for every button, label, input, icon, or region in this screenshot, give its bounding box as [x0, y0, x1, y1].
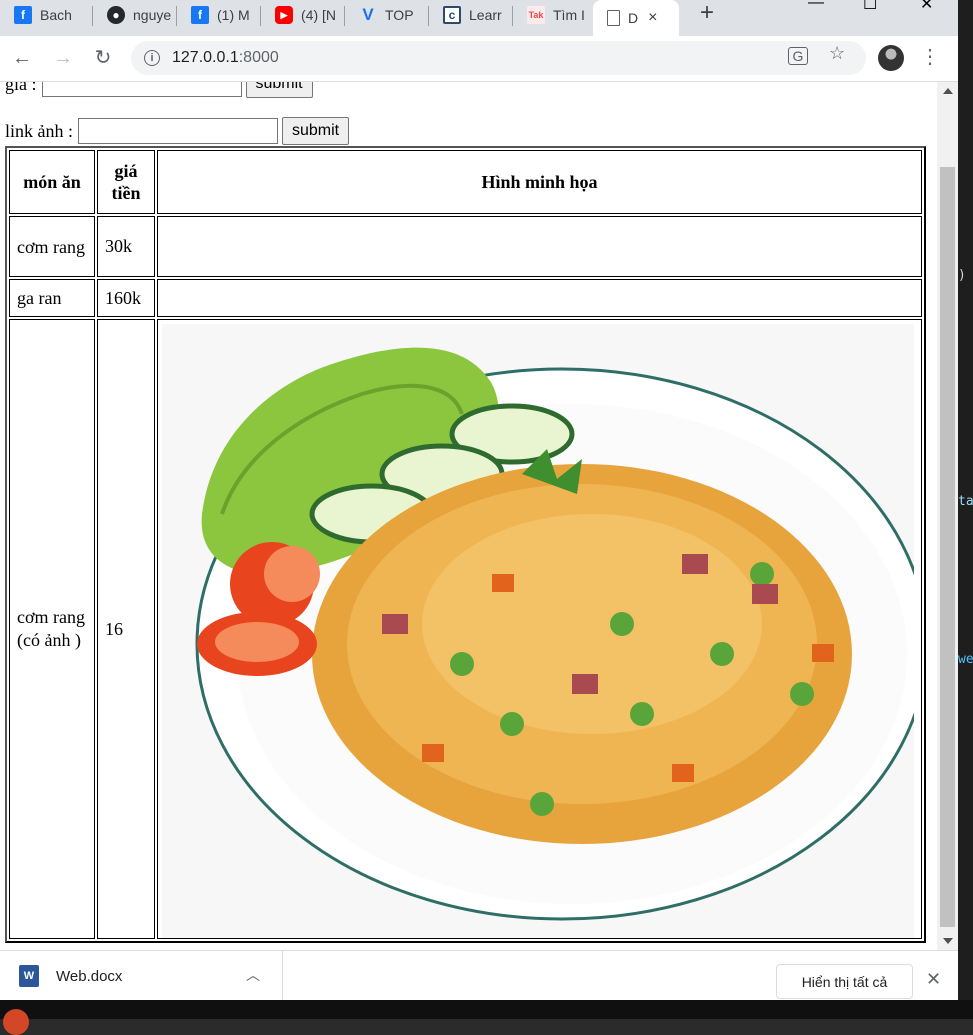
forward-icon[interactable]: → [50, 46, 76, 72]
youtube-icon: ▶ [275, 6, 293, 24]
new-tab-button[interactable]: + [694, 0, 720, 28]
v-logo-icon: V [362, 5, 374, 24]
header-image: Hình minh họa [157, 150, 922, 214]
minimize-icon[interactable]: — [808, 0, 824, 14]
price-input[interactable] [41, 82, 242, 97]
page-viewport: giá : submit link ảnh : submit món ăn gi… [0, 82, 937, 950]
maximize-icon[interactable]: ☐ [863, 0, 877, 14]
window-close-icon[interactable]: ✕ [920, 0, 933, 14]
image-submit-button[interactable]: submit [282, 117, 350, 145]
editor-glyph: ) [958, 268, 966, 283]
download-item[interactable]: W Web.docx ︿ [0, 951, 283, 1001]
url-text: 127.0.0.1:8000 [172, 49, 279, 67]
tab-title: Bach [40, 7, 72, 23]
browser-tab-active[interactable]: D × [593, 0, 679, 36]
info-icon[interactable]: i [144, 50, 160, 66]
editor-glyph: ta [958, 494, 973, 509]
tab-title: TOP [385, 7, 414, 23]
download-file-name: Web.docx [56, 967, 123, 985]
tak-logo-icon: Tak [527, 6, 545, 24]
menu-kebab-icon[interactable]: ⋮ [920, 44, 940, 69]
browser-tab[interactable]: ● nguye [93, 0, 176, 30]
tab-title: nguye [133, 7, 172, 23]
price-submit-button[interactable]: submit [245, 82, 313, 98]
browser-toolbar: ← → ↻ i 127.0.0.1:8000 G ☆ ⋮ [0, 36, 958, 82]
url-host: 127.0.0.1 [172, 49, 239, 66]
background-editor-strip: ) ta we [958, 0, 973, 1000]
fried-rice-image [162, 324, 914, 938]
price-cell: 16 [97, 319, 155, 939]
header-dish: món ăn [9, 150, 95, 214]
start-icon[interactable] [3, 1009, 29, 1035]
table-row: cơm rang 30k [9, 216, 922, 277]
price-label: giá : [5, 82, 37, 94]
avatar[interactable] [878, 45, 904, 71]
address-bar[interactable]: i 127.0.0.1:8000 [131, 41, 866, 75]
price-cell: 160k [97, 279, 155, 317]
image-cell [157, 319, 922, 939]
c-logo-icon: c [443, 6, 461, 24]
table-row: ga ran 160k [9, 279, 922, 317]
close-tab-icon[interactable]: × [648, 9, 657, 27]
menu-table: món ăn giá tiền Hình minh họa cơm rang 3… [5, 146, 926, 943]
github-icon: ● [107, 6, 125, 24]
chevron-up-icon[interactable]: ︿ [246, 965, 260, 985]
close-shelf-icon[interactable]: ✕ [926, 969, 941, 990]
table-header-row: món ăn giá tiền Hình minh họa [9, 150, 922, 214]
browser-tab[interactable]: V TOP [345, 0, 428, 30]
dish-cell: ga ran [9, 279, 95, 317]
editor-glyph: we [958, 652, 973, 667]
word-doc-icon: W [19, 965, 39, 987]
download-shelf: W Web.docx ︿ Hiển thị tất cả ✕ [0, 950, 958, 1001]
scroll-down-icon[interactable] [943, 938, 953, 944]
tab-title: (1) M [217, 7, 250, 23]
price-cell: 30k [97, 216, 155, 277]
show-all-downloads-button[interactable]: Hiển thị tất cả [776, 964, 913, 999]
price-form: giá : submit [5, 82, 313, 98]
tab-strip: f Bach ● nguye f (1) M ▶ (4) [N V TOP c … [0, 0, 958, 36]
tab-title: Tìm I [553, 7, 585, 23]
tab-title: (4) [N [301, 7, 336, 23]
translate-icon[interactable]: G [788, 47, 808, 65]
image-form: link ảnh : submit [5, 117, 350, 145]
image-link-label: link ảnh : [5, 120, 73, 141]
back-icon[interactable]: ← [9, 46, 35, 72]
reload-icon[interactable]: ↻ [90, 46, 116, 72]
scrollbar-thumb[interactable] [940, 167, 955, 927]
image-cell [157, 279, 922, 317]
os-taskbar [0, 1000, 973, 1035]
image-link-input[interactable] [78, 118, 278, 144]
browser-tab[interactable]: c Learr [429, 0, 512, 30]
browser-tab[interactable]: Tak Tìm I [513, 0, 593, 30]
image-cell [157, 216, 922, 277]
facebook-icon: f [14, 6, 32, 24]
header-price: giá tiền [97, 150, 155, 214]
dish-cell: cơm rang [9, 216, 95, 277]
url-port: :8000 [238, 49, 279, 66]
tab-title: Learr [469, 7, 502, 23]
facebook-icon: f [191, 6, 209, 24]
dish-cell: cơm rang (có ảnh ) [9, 319, 95, 939]
browser-tab[interactable]: f (1) M [177, 0, 260, 30]
page-scrollbar[interactable] [937, 82, 958, 950]
bookmark-star-icon[interactable]: ☆ [829, 43, 845, 64]
scroll-up-icon[interactable] [943, 88, 953, 94]
table-row: cơm rang (có ảnh ) 16 [9, 319, 922, 939]
browser-tab[interactable]: ▶ (4) [N [261, 0, 344, 30]
tab-title: D [628, 10, 639, 26]
page-icon [607, 10, 620, 26]
browser-tab[interactable]: f Bach [0, 0, 92, 30]
